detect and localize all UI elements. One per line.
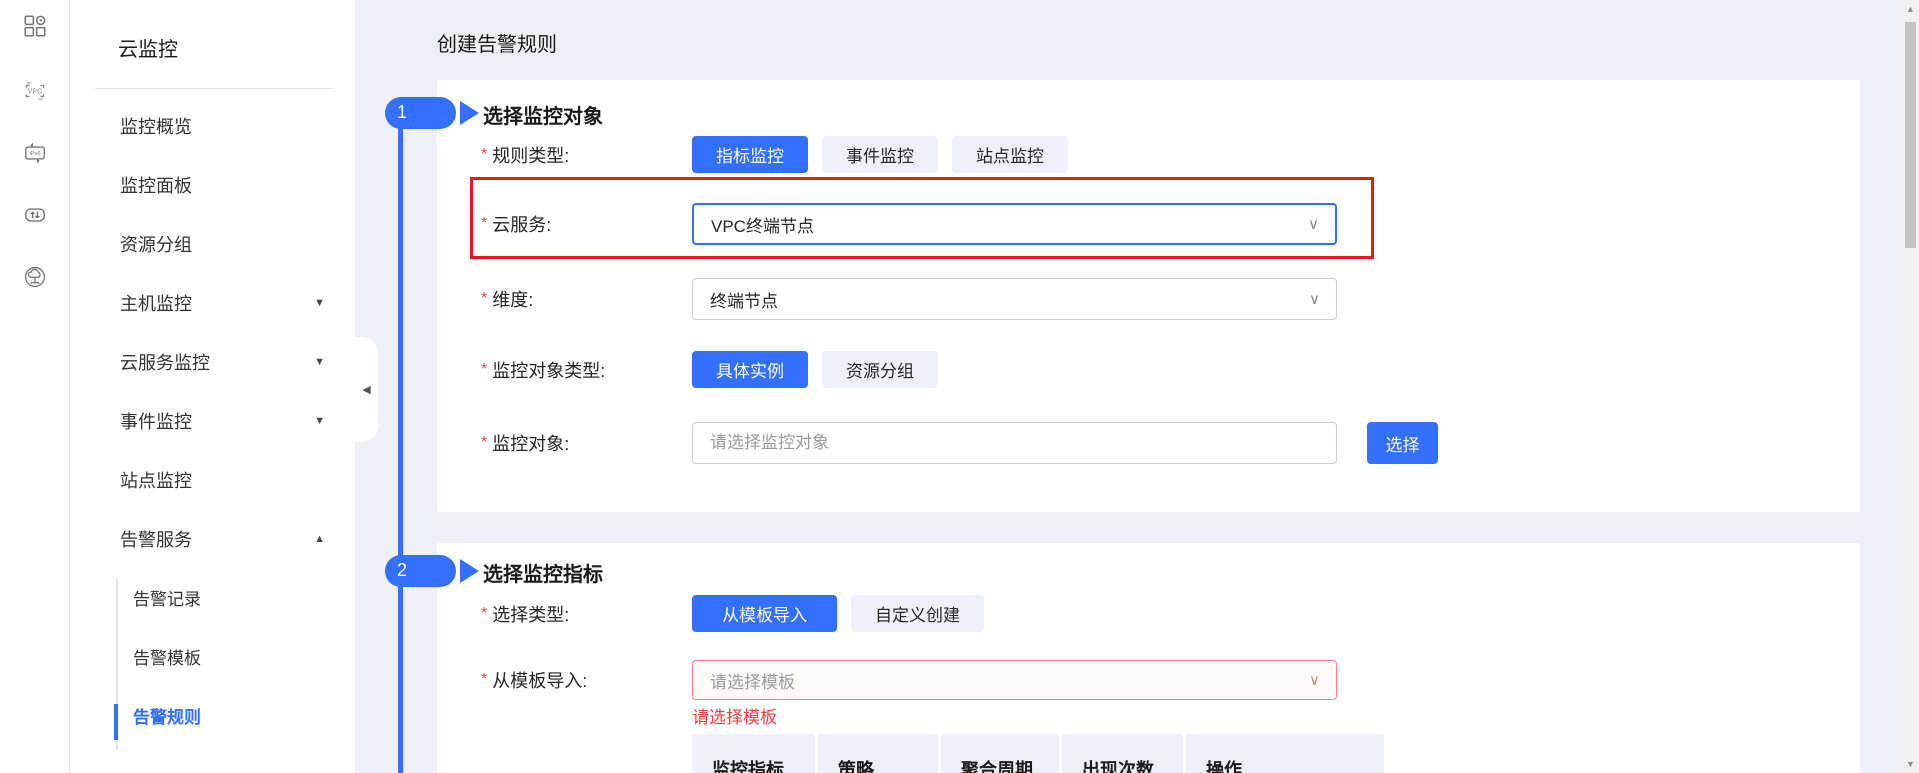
select-type-row: *选择类型: 从模板导入 自定义创建 [481,595,984,632]
sidebar-item-label: 告警模板 [133,644,201,669]
monitor-object-label: *监控对象: [481,430,692,456]
chevron-down-icon: ∨ [1309,290,1320,308]
scrollbar-thumb[interactable] [1905,22,1916,248]
svg-text:IPv6: IPv6 [29,151,40,157]
step2-heading: 选择监控指标 [483,558,603,587]
vpc-icon[interactable]: VPC [22,78,48,104]
caret-down-icon: ▼ [314,415,325,427]
select-type-custom-button[interactable]: 自定义创建 [851,595,984,632]
sidebar-item-alarm-records[interactable]: 告警记录 [70,568,355,627]
dimension-select[interactable]: 终端节点 ∨ [692,278,1337,320]
metric-table-header: 监控指标策略聚合周期出现次数操作 [692,734,1384,773]
page-title: 创建告警规则 [437,28,557,57]
sidebar-item-host-monitor[interactable]: 主机监控 ▼ [70,273,355,332]
cloud-service-row: *云服务: VPC终端节点 ∨ [481,203,1337,245]
sidebar-item-alarm-templates[interactable]: 告警模板 [70,627,355,686]
monitor-object-input[interactable] [692,422,1337,464]
apps-grid-icon[interactable] [22,13,48,39]
sidebar-title: 云监控 [118,33,178,62]
table-column-header: 聚合周期 [941,734,1059,773]
step1-badge: 1 [385,97,456,129]
sidebar-divider [95,88,335,89]
step-connector-line [398,113,403,773]
table-column-header: 策略 [818,734,938,773]
caret-up-icon: ▲ [314,533,325,545]
chevron-down-icon: ∨ [1309,671,1320,689]
scroll-down-icon[interactable]: ▼ [1902,759,1919,769]
template-select[interactable]: 请选择模板 ∨ [692,660,1337,700]
sidebar-item-label: 告警规则 [133,703,201,728]
sidebar-item-label: 云服务监控 [120,349,210,375]
collapse-left-icon: ◀ [362,383,370,396]
sidebar-item-monitor-panel[interactable]: 监控面板 [70,155,355,214]
main-content: ◀ 创建告警规则 1 选择监控对象 *规则类型: 指标监控 事件监控 站点监控 … [355,0,1902,773]
dimension-label: *维度: [481,286,692,312]
sidebar-item-resource-group[interactable]: 资源分组 [70,214,355,273]
rule-type-site-button[interactable]: 站点监控 [952,136,1068,173]
sidebar-item-label: 监控面板 [120,172,192,198]
select-type-template-button[interactable]: 从模板导入 [692,595,837,632]
step1-arrow [460,101,479,125]
step2-arrow [460,559,479,583]
svg-text:VPC: VPC [27,89,41,96]
rule-type-event-button[interactable]: 事件监控 [822,136,938,173]
table-column-header: 操作 [1186,734,1384,773]
dimension-row: *维度: 终端节点 ∨ [481,278,1337,320]
monitor-object-row: *监控对象: 选择 [481,422,1438,464]
select-type-label: *选择类型: [481,601,692,627]
sidebar-item-label: 告警记录 [133,585,201,610]
object-type-row: *监控对象类型: 具体实例 资源分组 [481,351,938,388]
template-import-row: *从模板导入: 请选择模板 ∨ [481,660,1337,700]
sidebar-item-label: 资源分组 [120,231,192,257]
caret-down-icon: ▼ [314,356,325,368]
traffic-arrows-icon[interactable] [22,202,48,228]
sidebar-item-alarm-rules[interactable]: 告警规则 [70,686,355,745]
step2-badge: 2 [385,555,456,587]
icon-rail: VPC IPv6 [0,0,70,773]
select-object-button[interactable]: 选择 [1367,422,1438,464]
step1-heading: 选择监控对象 [483,100,603,129]
caret-down-icon: ▼ [314,297,325,309]
sidebar-item-cloud-service-monitor[interactable]: 云服务监控 ▼ [70,332,355,391]
template-import-label: *从模板导入: [481,667,692,693]
sidebar-item-label: 告警服务 [120,526,192,552]
object-type-group-button[interactable]: 资源分组 [822,351,938,388]
table-column-header: 出现次数 [1062,734,1183,773]
sidebar-item-site-monitor[interactable]: 站点监控 [70,450,355,509]
template-error-message: 请选择模板 [692,703,777,728]
rule-type-label: *规则类型: [481,142,692,168]
sidebar-collapse-handle[interactable]: ◀ [355,337,378,442]
rule-type-metric-button[interactable]: 指标监控 [692,136,808,173]
chevron-down-icon: ∨ [1308,215,1319,233]
cloud-service-value: VPC终端节点 [711,212,814,237]
template-placeholder: 请选择模板 [710,668,795,693]
sidebar-item-event-monitor[interactable]: 事件监控 ▼ [70,391,355,450]
network-globe-icon[interactable] [22,264,48,290]
dimension-value: 终端节点 [710,287,778,312]
vertical-scrollbar[interactable]: ▲ ▼ [1902,0,1919,773]
sidebar-item-label: 站点监控 [120,467,192,493]
scroll-up-icon[interactable]: ▲ [1902,4,1919,14]
sidebar-menu: 监控概览监控面板资源分组主机监控 ▼ 云服务监控 ▼ 事件监控 ▼ 站点监控告警服务 ▲ 告警记… [70,96,355,745]
object-type-instance-button[interactable]: 具体实例 [692,351,808,388]
sidebar-item-monitor-overview[interactable]: 监控概览 [70,96,355,155]
cloud-service-select[interactable]: VPC终端节点 ∨ [692,203,1337,245]
sidebar-item-label: 主机监控 [120,290,192,316]
sidebar-item-label: 监控概览 [120,113,192,139]
table-column-header: 监控指标 [692,734,815,773]
cloud-service-label: *云服务: [481,211,692,237]
sidebar-item-alarm-service[interactable]: 告警服务 ▲ [70,509,355,568]
ipv6-icon[interactable]: IPv6 [22,140,48,166]
sidebar: 云监控 监控概览监控面板资源分组主机监控 ▼ 云服务监控 ▼ 事件监控 ▼ 站点监控告警服务… [70,0,355,773]
rule-type-row: *规则类型: 指标监控 事件监控 站点监控 [481,136,1068,173]
object-type-label: *监控对象类型: [481,357,692,383]
sidebar-item-label: 事件监控 [120,408,192,434]
